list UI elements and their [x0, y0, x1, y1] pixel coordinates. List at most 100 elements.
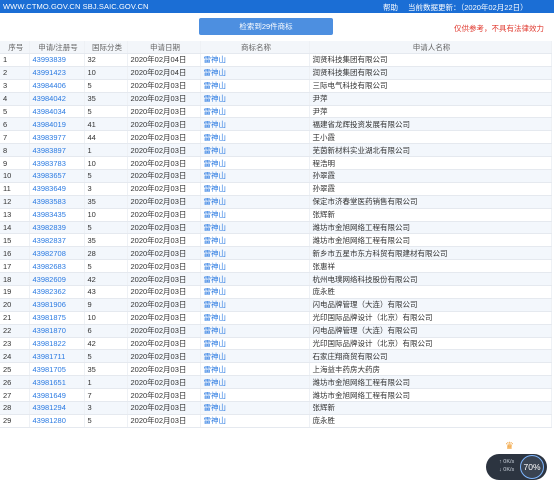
application-date: 2020年02月03日: [127, 208, 201, 222]
registration-number[interactable]: 43983977: [29, 130, 85, 145]
table-row[interactable]: 8 43983897 1 2020年02月03日 雷神山 芜茵新材料实业湖北有限公司: [0, 143, 552, 158]
registration-number[interactable]: 43984019: [29, 117, 85, 132]
trademark-name[interactable]: 雷神山: [200, 233, 310, 248]
registration-number[interactable]: 43984042: [29, 92, 85, 106]
registration-number[interactable]: 43983657: [29, 169, 85, 183]
registration-number[interactable]: 43983435: [29, 208, 85, 222]
trademark-name[interactable]: 雷神山: [200, 182, 310, 196]
table-row[interactable]: 27 43981649 7 2020年02月03日 雷神山 潍坊市金旭网络工程有限公司: [0, 388, 552, 403]
table-row[interactable]: 24 43981711 5 2020年02月03日 雷神山 石家庄翔商贸有限公司: [0, 349, 552, 364]
table-row[interactable]: 2 43991423 10 2020年02月04日 雷神山 润贤科技集团有限公司: [0, 66, 552, 80]
table-row[interactable]: 22 43981870 6 2020年02月03日 雷神山 闪电品牌管理（大连）有限公司: [0, 324, 552, 338]
trademark-name[interactable]: 雷神山: [200, 388, 310, 403]
trademark-name[interactable]: 雷神山: [200, 79, 310, 93]
trademark-name[interactable]: 雷神山: [200, 246, 310, 261]
table-row[interactable]: 18 43982609 42 2020年02月03日 雷神山 杭州电璞网络科技股份有限公司: [0, 272, 552, 287]
trademark-name[interactable]: 雷神山: [200, 195, 310, 209]
registration-number[interactable]: 43981711: [29, 349, 85, 364]
registration-number[interactable]: 43982362: [29, 285, 85, 299]
registration-number[interactable]: 43983583: [29, 195, 85, 209]
trademark-name[interactable]: 雷神山: [200, 259, 310, 274]
table-row[interactable]: 14 43982839 5 2020年02月03日 雷神山 潍坊市金旭网络工程有限公司: [0, 221, 552, 235]
trademark-name[interactable]: 雷神山: [200, 53, 310, 67]
intl-class: 35: [84, 233, 128, 248]
registration-number[interactable]: 43981870: [29, 324, 85, 338]
registration-number[interactable]: 43983649: [29, 182, 85, 196]
registration-number[interactable]: 43982683: [29, 259, 85, 274]
applicant-name: 润贤科技集团有限公司: [309, 66, 552, 80]
help-link[interactable]: 帮助: [383, 2, 398, 13]
trademark-name[interactable]: 雷神山: [200, 169, 310, 183]
trademark-name[interactable]: 雷神山: [200, 272, 310, 287]
applicant-name: 潍坊市金旭网络工程有限公司: [309, 375, 552, 390]
registration-number[interactable]: 43983783: [29, 156, 85, 171]
trademark-name[interactable]: 雷神山: [200, 311, 310, 325]
registration-number[interactable]: 43982609: [29, 272, 85, 287]
trademark-name[interactable]: 雷神山: [200, 117, 310, 132]
trademark-name[interactable]: 雷神山: [200, 156, 310, 171]
table-row[interactable]: 26 43981651 1 2020年02月03日 雷神山 潍坊市金旭网络工程有限公司: [0, 375, 552, 390]
registration-number[interactable]: 43981649: [29, 388, 85, 403]
trademark-name[interactable]: 雷神山: [200, 221, 310, 235]
table-row[interactable]: 1 43993839 32 2020年02月04日 雷神山 润贤科技集团有限公司: [0, 53, 552, 67]
table-row[interactable]: 19 43982362 43 2020年02月03日 雷神山 庞永胜: [0, 285, 552, 299]
registration-number[interactable]: 43982708: [29, 246, 85, 261]
trademark-name[interactable]: 雷神山: [200, 401, 310, 415]
table-row[interactable]: 25 43981705 35 2020年02月03日 雷神山 上海益丰药房大药房: [0, 362, 552, 377]
application-date: 2020年02月03日: [127, 156, 201, 171]
table-row[interactable]: 15 43982837 35 2020年02月03日 雷神山 潍坊市金旭网络工程有限公司: [0, 233, 552, 248]
registration-number[interactable]: 43981651: [29, 375, 85, 390]
table-row[interactable]: 16 43982708 28 2020年02月03日 雷神山 新乡市五星市东方科贸有限建材…: [0, 246, 552, 261]
trademark-name[interactable]: 雷神山: [200, 92, 310, 106]
registration-number[interactable]: 43981294: [29, 401, 85, 415]
table-row[interactable]: 5 43984034 5 2020年02月03日 雷神山 尹萍: [0, 105, 552, 119]
application-date: 2020年02月03日: [127, 375, 201, 390]
registration-number[interactable]: 43982839: [29, 221, 85, 235]
registration-number[interactable]: 43984406: [29, 79, 85, 93]
table-row[interactable]: 11 43983649 3 2020年02月03日 雷神山 孙翠霞: [0, 182, 552, 196]
registration-number[interactable]: 43993839: [29, 53, 85, 67]
trademark-name[interactable]: 雷神山: [200, 337, 310, 351]
table-row[interactable]: 23 43981822 42 2020年02月03日 雷神山 光印国际品牌设计（北京）有限…: [0, 337, 552, 351]
intl-class: 5: [84, 105, 128, 119]
table-row[interactable]: 6 43984019 41 2020年02月03日 雷神山 福建省龙辉投资发展有限公司: [0, 117, 552, 132]
trademark-name[interactable]: 雷神山: [200, 324, 310, 338]
table-row[interactable]: 7 43983977 44 2020年02月03日 雷神山 王小霞: [0, 130, 552, 145]
table-row[interactable]: 21 43981875 10 2020年02月03日 雷神山 光印国际品牌设计（北京）有限…: [0, 311, 552, 325]
trademark-name[interactable]: 雷神山: [200, 285, 310, 299]
trademark-name[interactable]: 雷神山: [200, 414, 310, 428]
trademark-name[interactable]: 雷神山: [200, 66, 310, 80]
column-header: 国际分类: [84, 41, 128, 54]
site-url[interactable]: WWW.CTMO.GOV.CN SBJ.SAIC.GOV.CN: [3, 2, 148, 11]
trademark-name[interactable]: 雷神山: [200, 105, 310, 119]
table-row[interactable]: 10 43983657 5 2020年02月03日 雷神山 孙翠霞: [0, 169, 552, 183]
registration-number[interactable]: 43981875: [29, 311, 85, 325]
table-row[interactable]: 9 43983783 10 2020年02月03日 雷神山 程浩明: [0, 156, 552, 171]
trademark-name[interactable]: 雷神山: [200, 143, 310, 158]
table-row[interactable]: 12 43983583 35 2020年02月03日 雷神山 保定市济春堂医药销售有限公司: [0, 195, 552, 209]
application-date: 2020年02月03日: [127, 259, 201, 274]
table-row[interactable]: 29 43981280 5 2020年02月03日 雷神山 庞永胜: [0, 414, 552, 428]
registration-number[interactable]: 43991423: [29, 66, 85, 80]
table-row[interactable]: 28 43981294 3 2020年02月03日 雷神山 张辉新: [0, 401, 552, 415]
application-date: 2020年02月03日: [127, 79, 201, 93]
trademark-name[interactable]: 雷神山: [200, 349, 310, 364]
trademark-name[interactable]: 雷神山: [200, 130, 310, 145]
trademark-name[interactable]: 雷神山: [200, 298, 310, 312]
trademark-name[interactable]: 雷神山: [200, 375, 310, 390]
registration-number[interactable]: 43984034: [29, 105, 85, 119]
table-row[interactable]: 17 43982683 5 2020年02月03日 雷神山 张惠祥: [0, 259, 552, 274]
registration-number[interactable]: 43982837: [29, 233, 85, 248]
registration-number[interactable]: 43981280: [29, 414, 85, 428]
table-row[interactable]: 3 43984406 5 2020年02月03日 雷神山 三际电气科技有限公司: [0, 79, 552, 93]
table-row[interactable]: 20 43981906 9 2020年02月03日 雷神山 闪电品牌管理（大连）有限公司: [0, 298, 552, 312]
registration-number[interactable]: 43981705: [29, 362, 85, 377]
registration-number[interactable]: 43981822: [29, 337, 85, 351]
table-row[interactable]: 13 43983435 10 2020年02月03日 雷神山 张辉新: [0, 208, 552, 222]
trademark-name[interactable]: 雷神山: [200, 362, 310, 377]
trademark-name[interactable]: 雷神山: [200, 208, 310, 222]
network-speed-widget[interactable]: ↑ 0K/s ↓ 0K/s 70%: [486, 454, 547, 480]
registration-number[interactable]: 43981906: [29, 298, 85, 312]
registration-number[interactable]: 43983897: [29, 143, 85, 158]
table-row[interactable]: 4 43984042 35 2020年02月03日 雷神山 尹萍: [0, 92, 552, 106]
